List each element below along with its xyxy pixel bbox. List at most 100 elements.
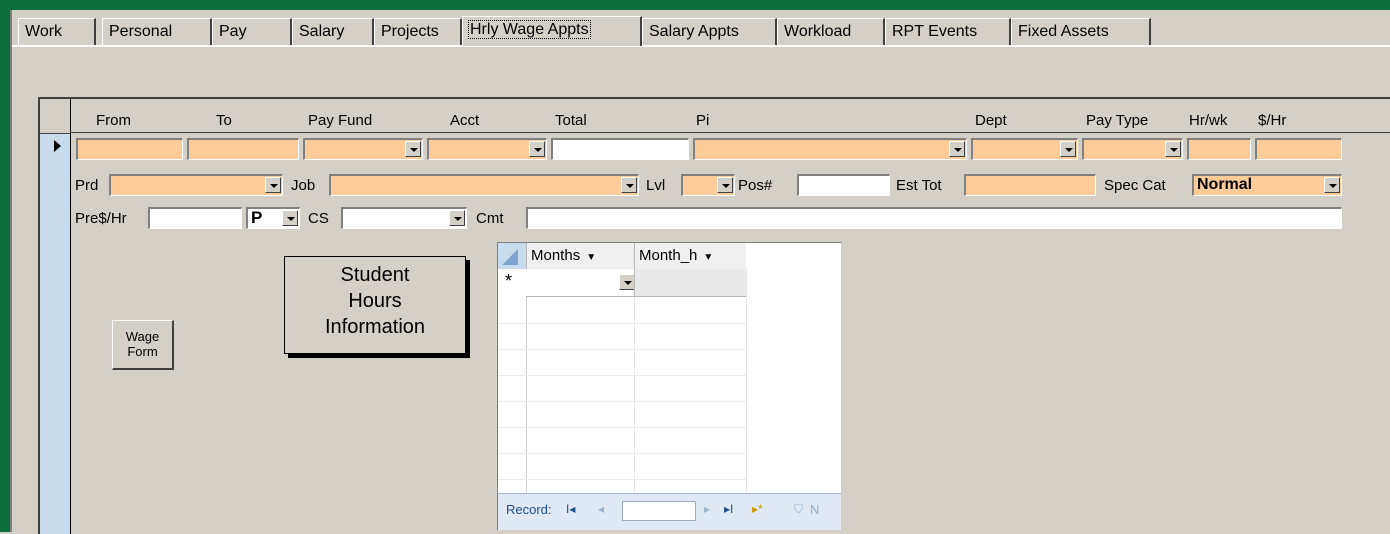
acct-dropdown-icon[interactable]	[529, 141, 545, 157]
subform-col-divider	[746, 269, 747, 493]
window-inner-edge	[10, 10, 12, 532]
filter-label[interactable]: N	[810, 502, 819, 517]
subform-grid-line	[498, 349, 746, 350]
cmt-field[interactable]	[526, 207, 1342, 229]
next-record-icon[interactable]: ▸	[704, 502, 710, 516]
filter-icon[interactable]: ⛉	[794, 502, 803, 517]
spec-cat-combo[interactable]: Normal	[1192, 174, 1342, 196]
spec-cat-label: Spec Cat	[1104, 177, 1166, 194]
col-header-month-h[interactable]: Month_h ▼	[634, 243, 746, 269]
last-record-icon[interactable]: ▸I	[724, 502, 733, 516]
tab-personal[interactable]: Personal	[102, 18, 212, 45]
tab-rpt-events[interactable]: RPT Events	[885, 18, 1011, 45]
rate-field[interactable]	[1255, 138, 1342, 160]
prd-combo[interactable]	[109, 174, 283, 196]
pi-combo[interactable]	[693, 138, 967, 160]
subform-grid-line	[498, 375, 746, 376]
tab-strip-baseline	[12, 45, 1390, 47]
tab-salary[interactable]: Salary	[292, 18, 374, 45]
pay-fund-combo[interactable]	[303, 138, 423, 160]
student-hours-line1: Student	[340, 264, 410, 286]
spec-cat-dropdown-icon[interactable]	[1324, 177, 1340, 193]
previous-record-icon[interactable]: ◂	[598, 502, 604, 516]
from-date-field[interactable]	[76, 138, 183, 160]
dept-dropdown-icon[interactable]	[1060, 141, 1076, 157]
lvl-dropdown-icon[interactable]	[717, 177, 733, 193]
subform-grid-line	[498, 323, 746, 324]
col-header-total: Total	[555, 112, 587, 129]
student-hours-line2: Hours	[348, 290, 402, 312]
subform-grid-line	[498, 479, 746, 480]
wage-form-line1: Wage	[125, 329, 160, 344]
months-new-combo[interactable]	[526, 271, 635, 293]
tab-work[interactable]: Work	[18, 18, 96, 45]
pay-type-dropdown-icon[interactable]	[1165, 141, 1181, 157]
prd-dropdown-icon[interactable]	[265, 177, 281, 193]
tab-salary-appts[interactable]: Salary Appts	[642, 18, 777, 45]
pos-label: Pos#	[738, 177, 773, 194]
hr-wk-field[interactable]	[1187, 138, 1251, 160]
col-header-from: From	[96, 112, 131, 129]
record-navigation-bar: Record: I◂ ◂ ▸ ▸I ▸* ⛉ N	[498, 493, 841, 530]
pi-dropdown-icon[interactable]	[949, 141, 965, 157]
subform-grid-line	[498, 427, 746, 428]
p-dropdown-icon[interactable]	[282, 210, 298, 226]
wage-form-button[interactable]: Wage Form	[112, 320, 174, 370]
new-record-icon: *	[505, 271, 513, 291]
pre-rate-label: Pre$/Hr	[75, 210, 127, 227]
cs-combo[interactable]	[341, 207, 467, 229]
month-h-new-cell[interactable]	[634, 269, 747, 296]
job-combo[interactable]	[329, 174, 639, 196]
tab-workload[interactable]: Workload	[777, 18, 885, 45]
tab-pay[interactable]: Pay	[212, 18, 292, 45]
window-top-border	[0, 0, 1390, 10]
col-header-pay-fund: Pay Fund	[308, 112, 373, 129]
to-date-field[interactable]	[187, 138, 299, 160]
tab-projects[interactable]: Projects	[374, 18, 462, 45]
cmt-label: Cmt	[476, 210, 504, 227]
prd-label: Prd	[75, 177, 99, 194]
pay-type-combo[interactable]	[1082, 138, 1183, 160]
p-combo[interactable]: P	[246, 207, 300, 229]
months-sort-icon[interactable]: ▼	[586, 252, 596, 263]
pay-fund-dropdown-icon[interactable]	[405, 141, 421, 157]
subform-row-selectors	[498, 269, 527, 493]
job-dropdown-icon[interactable]	[621, 177, 637, 193]
acct-combo[interactable]	[427, 138, 547, 160]
lvl-combo[interactable]	[681, 174, 735, 196]
record-selector-header	[40, 99, 70, 134]
pre-rate-field[interactable]	[148, 207, 242, 229]
new-record-button-icon[interactable]: ▸*	[752, 502, 763, 516]
col-header-months[interactable]: Months ▼	[526, 243, 634, 269]
subform-col-divider	[634, 269, 635, 493]
spec-cat-value: Normal	[1197, 176, 1253, 193]
total-field[interactable]	[551, 138, 689, 160]
month-h-sort-icon[interactable]: ▼	[703, 252, 713, 263]
dept-combo[interactable]	[971, 138, 1078, 160]
col-header-to: To	[216, 112, 232, 129]
current-record-icon	[54, 140, 61, 152]
select-all-corner[interactable]	[498, 243, 526, 269]
cs-label: CS	[308, 210, 329, 227]
student-hours-line3: Information	[324, 316, 426, 338]
record-selector-column	[40, 99, 71, 534]
window-left-border	[0, 0, 10, 532]
record-number-input[interactable]	[622, 501, 696, 521]
student-hours-info-label: Student Hours Information	[284, 256, 466, 354]
est-tot-field[interactable]	[964, 174, 1096, 196]
subform-grid-line	[498, 401, 746, 402]
header-separator	[70, 132, 1390, 133]
p-value: P	[251, 208, 263, 227]
window-frame: Work Personal Pay Salary Projects Hrly W…	[0, 0, 1390, 534]
months-dropdown-icon[interactable]	[619, 274, 635, 290]
cs-dropdown-icon[interactable]	[449, 210, 465, 226]
tab-hrly-wage-appts[interactable]: Hrly Wage Appts	[462, 16, 642, 46]
tab-fixed-assets[interactable]: Fixed Assets	[1011, 18, 1151, 45]
first-record-icon[interactable]: I◂	[566, 502, 575, 516]
months-subform: Months ▼ Month_h ▼ * Record: I◂ ◂ ▸ ▸I ▸* …	[497, 242, 842, 530]
col-header-acct: Acct	[450, 112, 480, 129]
est-tot-label: Est Tot	[896, 177, 942, 194]
subform-new-row[interactable]	[526, 269, 747, 297]
col-header-pi: Pi	[696, 112, 710, 129]
pos-field[interactable]	[797, 174, 890, 196]
